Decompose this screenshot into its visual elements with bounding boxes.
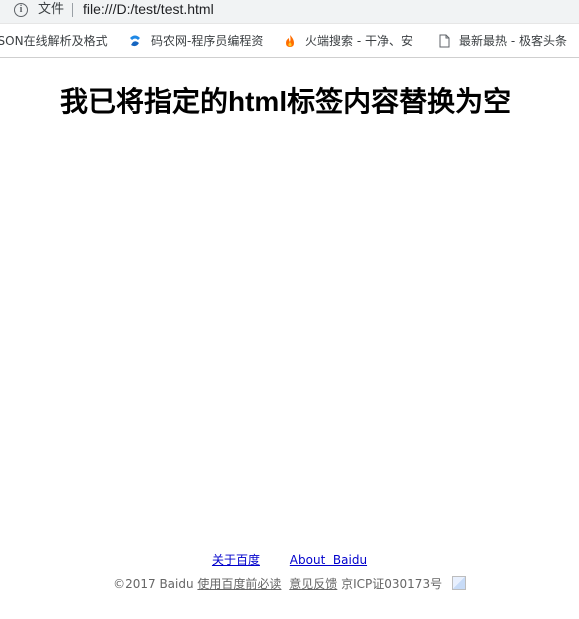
bookmark-geek[interactable]: 最新最热 - 极客头条	[459, 32, 574, 50]
bookmark-huoduan[interactable]: 火端搜索 - 干净、安	[305, 32, 420, 50]
bookmarks-bar: JSON在线解析及格式 码农网-程序员编程资 火端搜索 - 干净、安 最新最热 …	[0, 24, 579, 58]
icp-text: 京ICP证030173号	[341, 577, 443, 591]
flame-icon	[286, 35, 294, 47]
about-baidu-en-link[interactable]: About Baidu	[290, 553, 367, 567]
broken-image-icon	[451, 576, 466, 590]
bookmark-codenong[interactable]: 码农网-程序员编程资	[151, 32, 265, 50]
terms-link[interactable]: 使用百度前必读	[197, 577, 281, 591]
feedback-link[interactable]: 意见反馈	[289, 577, 337, 591]
bookmark-label: JSON在线解析及格式	[0, 34, 108, 48]
file-label: 文件	[38, 2, 65, 17]
address-bar[interactable]: i 文件 file:///D:/test/test.html	[0, 0, 579, 24]
page-heading: 我已将指定的html标签内容替换为空	[60, 86, 512, 117]
address-separator	[72, 3, 73, 17]
page-icon	[439, 34, 450, 48]
bookmark-label: 火端搜索 - 干净、安	[305, 34, 413, 48]
url-text[interactable]: file:///D:/test/test.html	[83, 0, 214, 18]
bookmark-json[interactable]: JSON在线解析及格式	[0, 32, 110, 50]
copyright-text: ©2017 Baidu	[113, 577, 194, 591]
bookmark-label: 码农网-程序员编程资	[151, 34, 264, 48]
footer-copyright: ©2017 Baidu 使用百度前必读 意见反馈 京ICP证030173号	[0, 576, 579, 592]
bookmark-label: 最新最热 - 极客头条	[459, 34, 567, 48]
about-baidu-cn-link[interactable]: 关于百度	[212, 553, 260, 567]
codenong-icon	[130, 35, 140, 47]
info-icon[interactable]: i	[14, 3, 28, 17]
footer-links: 关于百度 About Baidu	[0, 552, 579, 568]
